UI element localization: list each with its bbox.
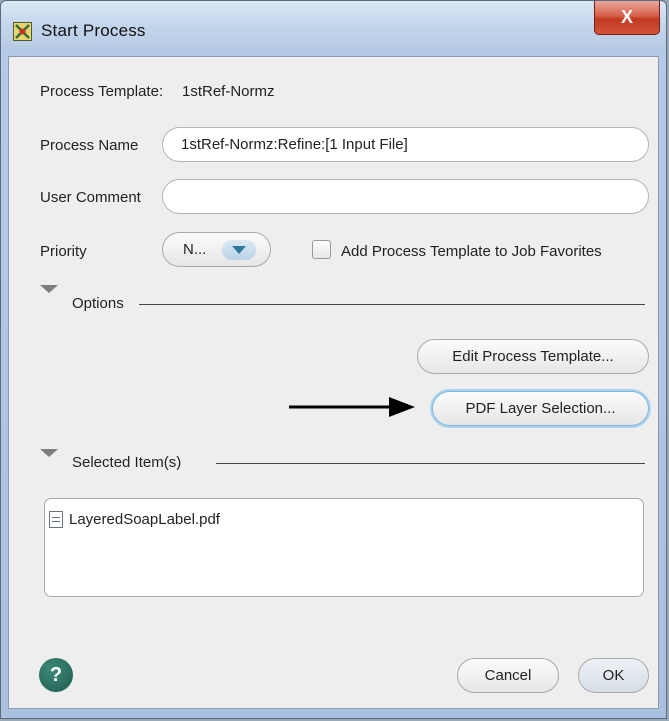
selected-divider xyxy=(216,463,645,464)
selected-items-list[interactable]: LayeredSoapLabel.pdf xyxy=(44,498,644,597)
process-name-label: Process Name xyxy=(40,137,139,154)
options-divider xyxy=(139,304,645,305)
template-label: Process Template: xyxy=(40,83,164,100)
list-item-label: LayeredSoapLabel.pdf xyxy=(69,511,220,528)
favorites-label[interactable]: Add Process Template to Job Favorites xyxy=(341,243,602,260)
chevron-down-icon xyxy=(222,240,256,260)
dialog-body: Process Template: 1stRef-Normz Process N… xyxy=(8,56,659,709)
close-button[interactable]: X xyxy=(594,1,660,35)
start-process-dialog: Start Process X Process Template: 1stRef… xyxy=(0,0,667,719)
priority-value: N... xyxy=(183,241,207,258)
user-comment-input[interactable] xyxy=(162,179,649,214)
favorites-checkbox[interactable] xyxy=(312,240,331,259)
cancel-button[interactable]: Cancel xyxy=(457,658,559,693)
priority-dropdown[interactable]: N... xyxy=(162,232,271,267)
pdf-layer-selection-label: PDF Layer Selection... xyxy=(465,400,616,417)
template-value: 1stRef-Normz xyxy=(182,83,275,100)
file-icon xyxy=(49,511,63,528)
window-title: Start Process xyxy=(41,21,146,40)
cancel-button-label: Cancel xyxy=(484,667,532,684)
close-icon: X xyxy=(620,7,633,27)
help-button[interactable]: ? xyxy=(39,658,73,692)
user-comment-label: User Comment xyxy=(40,189,141,206)
pdf-layer-selection-button[interactable]: PDF Layer Selection... xyxy=(432,391,649,426)
edit-process-template-button[interactable]: Edit Process Template... xyxy=(417,339,649,374)
help-icon: ? xyxy=(49,663,63,686)
ok-button-label: OK xyxy=(602,667,625,684)
process-name-input[interactable] xyxy=(162,127,649,162)
edit-process-template-label: Edit Process Template... xyxy=(452,348,614,365)
title-bar[interactable]: Start Process X xyxy=(1,1,666,49)
priority-label: Priority xyxy=(40,243,87,260)
list-item[interactable]: LayeredSoapLabel.pdf xyxy=(49,511,220,528)
options-section-label: Options xyxy=(72,295,124,312)
arrow-pointer-icon xyxy=(289,397,415,417)
app-icon xyxy=(13,22,32,41)
selected-collapse-icon[interactable] xyxy=(40,449,58,457)
options-collapse-icon[interactable] xyxy=(40,285,58,293)
selected-section-label: Selected Item(s) xyxy=(72,454,182,471)
ok-button[interactable]: OK xyxy=(578,658,649,693)
